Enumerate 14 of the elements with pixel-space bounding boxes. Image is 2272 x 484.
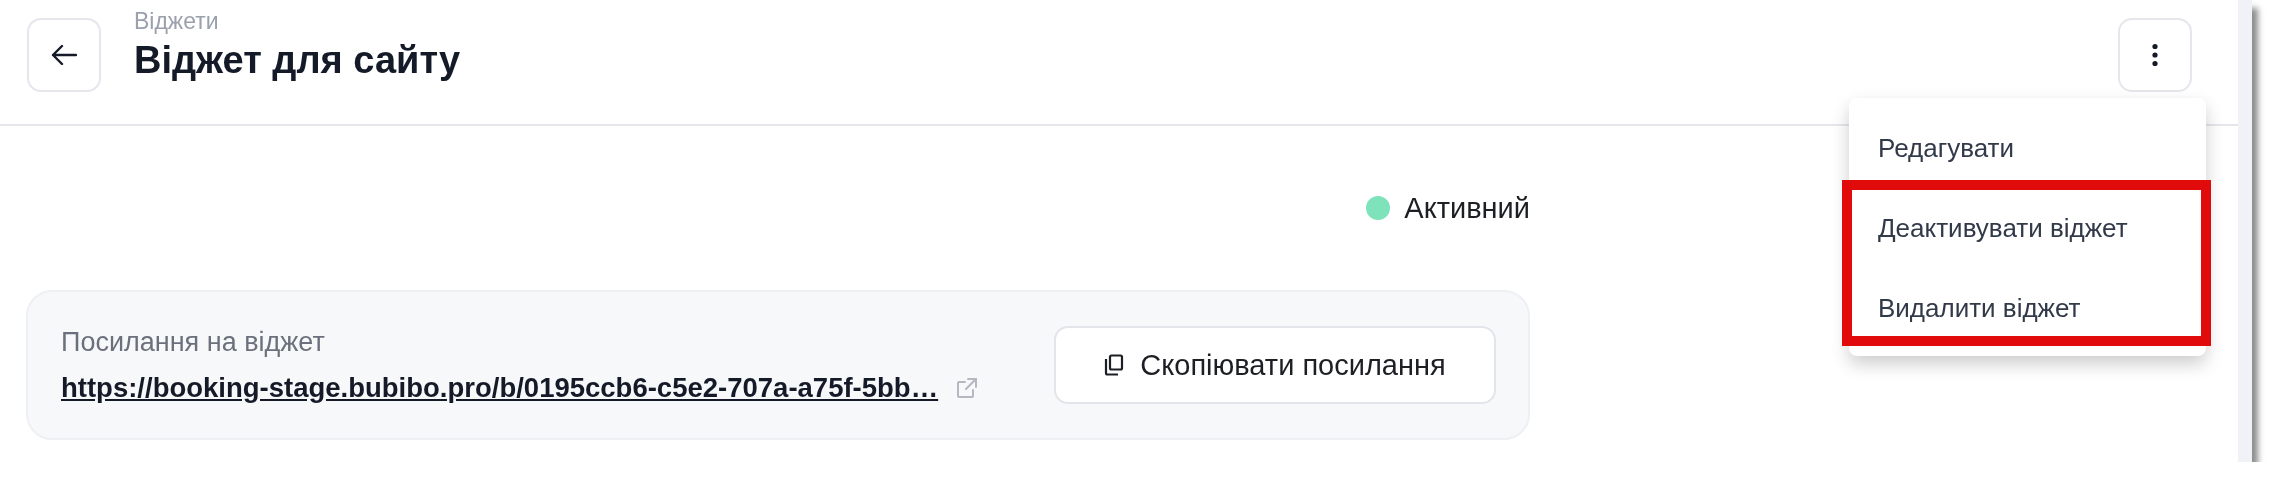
link-label: Посилання на віджет [61,326,325,358]
external-link-icon [956,376,979,399]
menu-item[interactable]: Деактивувати віджет [1849,188,2206,268]
more-icon [2151,43,2159,67]
menu-item[interactable]: Видалити віджет [1849,268,2206,348]
copy-icon [1104,354,1125,376]
page-title: Віджет для сайту [134,40,461,80]
more-button[interactable] [2118,18,2192,92]
widget-link[interactable]: https://booking-stage.bubibo.pro/b/0195ccb6-c5e2-707a-a75f-5bb… [61,371,939,404]
back-button[interactable] [27,18,101,92]
status-label: Активний [1404,191,1530,225]
back-arrow-icon [51,44,77,66]
menu-item[interactable]: Редагувати [1849,108,2206,188]
copy-link-button[interactable]: Скопіювати посилання [1054,326,1496,404]
